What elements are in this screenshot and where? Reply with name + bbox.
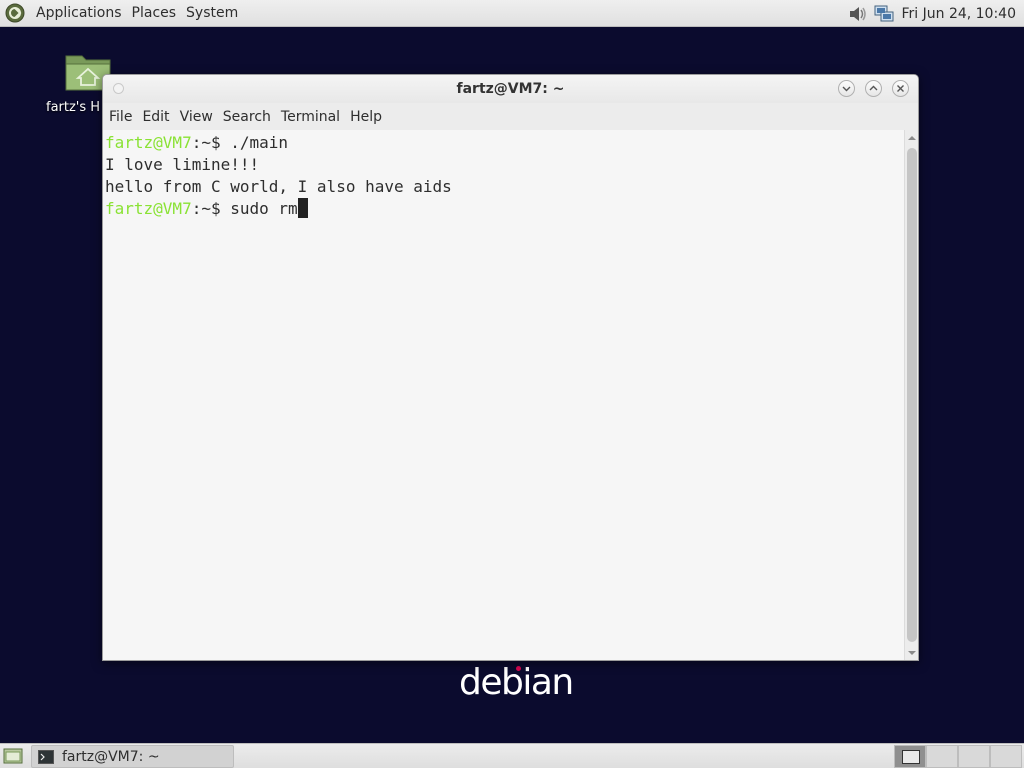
prompt-user: fartz@VM7 [105,133,192,152]
menu-terminal[interactable]: Terminal [276,109,345,125]
debian-logo-dot [516,666,521,671]
workspace-window-thumbnail [902,750,920,764]
output-text: hello from C world, I also have aids [105,177,452,196]
chevron-up-icon [869,85,878,91]
home-folder-label: fartz's H [46,100,101,115]
menu-file[interactable]: File [104,109,137,125]
close-button[interactable] [892,80,909,97]
workspace-4[interactable] [990,745,1022,768]
menu-view[interactable]: View [175,109,218,125]
taskbar-terminal-label: fartz@VM7: ~ [62,748,160,765]
workspace-1[interactable] [894,745,926,768]
output-text: I love limine!!! [105,155,260,174]
terminal-window: fartz@VM7: ~ File Edit View Search Termi… [102,74,919,661]
scroll-up-icon[interactable] [908,134,916,142]
places-menu[interactable]: Places [127,0,182,27]
network-icon[interactable] [873,3,895,25]
taskbar-terminal-button[interactable]: fartz@VM7: ~ [31,745,234,768]
prompt-path: :~$ [191,133,221,152]
terminal-line: fartz@VM7:~$ ./main [105,132,903,154]
chevron-down-icon [842,86,851,92]
menu-help[interactable]: Help [345,109,387,125]
maximize-button[interactable] [865,80,882,97]
window-menubar: File Edit View Search Terminal Help [103,103,918,130]
command-text: ./main [220,133,289,152]
scroll-thumb[interactable] [907,148,917,642]
show-desktop-icon[interactable] [3,747,23,765]
top-panel: Applications Places System Fri Jun 24, 1… [0,0,1024,27]
minimize-button[interactable] [838,80,855,97]
terminal-scrollbar[interactable] [904,130,918,660]
terminal-icon [38,749,54,764]
terminal-line: hello from C world, I also have aids [105,176,903,198]
close-icon [897,85,904,92]
workspace-3[interactable] [958,745,990,768]
system-menu[interactable]: System [181,0,243,27]
bottom-panel: fartz@VM7: ~ [0,743,1024,768]
volume-icon[interactable] [847,3,869,25]
terminal-line: fartz@VM7:~$ sudo rm [105,198,903,220]
window-title: fartz@VM7: ~ [456,81,565,97]
command-input-text: sudo rm [220,199,298,218]
terminal-output[interactable]: fartz@VM7:~$ ./main I love limine!!! hel… [103,130,903,660]
workspace-2[interactable] [926,745,958,768]
menu-edit[interactable]: Edit [137,109,174,125]
debian-menu-icon[interactable] [4,2,26,24]
menu-search[interactable]: Search [218,109,276,125]
window-titlebar[interactable]: fartz@VM7: ~ [103,75,918,103]
scroll-down-icon[interactable] [908,649,916,657]
clock[interactable]: Fri Jun 24, 10:40 [899,6,1024,22]
prompt-user: fartz@VM7 [105,199,192,218]
terminal-line: I love limine!!! [105,154,903,176]
applications-menu[interactable]: Applications [31,0,127,27]
text-cursor [297,198,308,218]
prompt-path: :~$ [191,199,221,218]
